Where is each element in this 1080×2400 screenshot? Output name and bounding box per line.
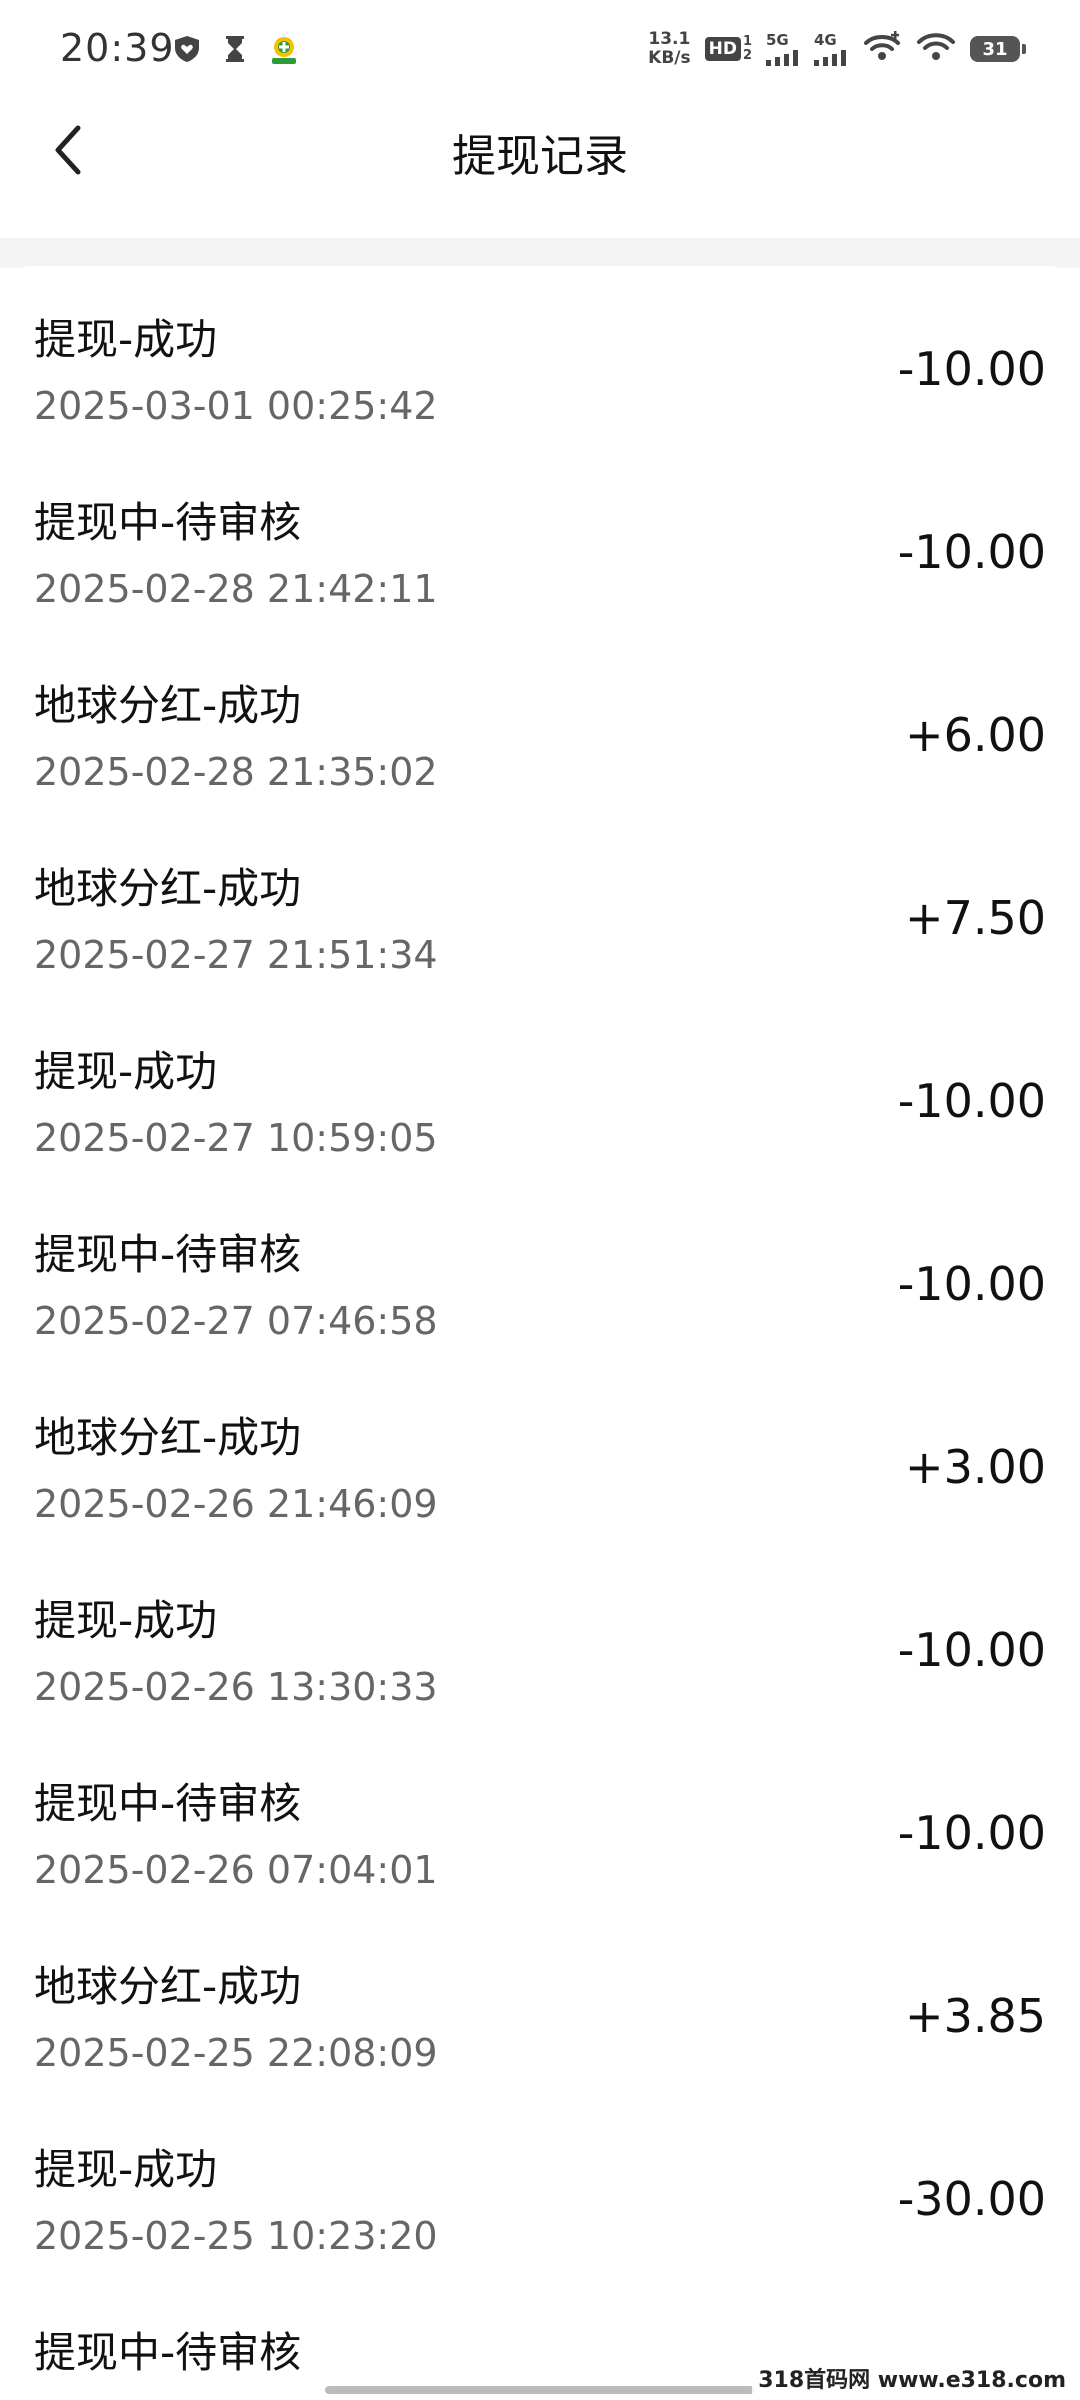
record-amount: -10.00	[897, 1257, 1046, 1311]
list-item[interactable]: 提现中-待审核 2025-02-28 21:42:11 -10.00	[0, 489, 1080, 672]
record-time: 2025-02-27 07:46:58	[34, 1299, 438, 1343]
record-amount: -10.00	[897, 342, 1046, 396]
record-time: 2025-02-26 13:30:33	[34, 1665, 438, 1709]
record-time: 2025-02-27 10:59:05	[34, 1116, 438, 1160]
hd-sub-bottom: 2	[742, 48, 752, 63]
list-item[interactable]: 地球分红-成功 2025-02-25 22:08:09 +3.85	[0, 1953, 1080, 2136]
record-title: 提现中-待审核	[34, 498, 302, 547]
hd-label: HD	[704, 37, 741, 61]
list-item[interactable]: 提现-成功 2025-02-26 13:30:33 -10.00	[0, 1587, 1080, 1770]
record-time: 2025-02-28 21:42:11	[34, 567, 438, 611]
record-title: 提现-成功	[34, 1047, 218, 1096]
record-title: 提现中-待审核	[34, 1779, 302, 1828]
record-title: 地球分红-成功	[34, 1413, 302, 1462]
record-time: 2025-02-26 07:04:01	[34, 1848, 438, 1892]
record-time: 2025-02-25 22:08:09	[34, 2031, 438, 2075]
shield-heart-icon	[172, 34, 202, 64]
record-list: 提现-成功 2025-03-01 00:25:42 -10.00 提现中-待审核…	[0, 306, 1080, 2400]
header-bar: 提现记录	[0, 100, 1080, 238]
record-title: 提现-成功	[34, 315, 218, 364]
home-indicator[interactable]	[325, 2386, 755, 2394]
battery-indicator: 31	[970, 36, 1026, 62]
record-amount: +3.85	[905, 1989, 1046, 2043]
withdrawal-record-list: 提现-成功 2025-03-01 00:25:42 -10.00 提现中-待审核…	[0, 266, 1080, 2400]
watermark: 318首码网 www.e318.com	[752, 2360, 1072, 2396]
record-time: 2025-02-27 21:51:34	[34, 933, 438, 977]
record-title: 地球分红-成功	[34, 1962, 302, 2011]
section-separator	[0, 238, 1080, 268]
list-item[interactable]: 提现中-待审核 2025-02-26 07:04:01 -10.00	[0, 1770, 1080, 1953]
signal-4g: 4G	[814, 30, 848, 66]
app-notification-icon	[268, 34, 298, 64]
status-right-icons: 13.1 KB/s HD 1 2 5G 4G 31	[648, 30, 1026, 68]
status-bar: 20:39 13.1 KB/s HD 1 2 5G 4G 31	[0, 0, 1080, 100]
list-item[interactable]: 提现中-待审核 2025-02-27 07:46:58 -10.00	[0, 1221, 1080, 1404]
list-item[interactable]: 提现-成功 2025-02-27 10:59:05 -10.00	[0, 1038, 1080, 1221]
record-time: 2025-02-26 21:46:09	[34, 1482, 438, 1526]
record-time: 2025-02-25 10:23:20	[34, 2214, 438, 2258]
record-title: 提现-成功	[34, 2145, 218, 2194]
record-time: 2025-03-01 00:25:42	[34, 384, 438, 428]
network-speed-unit: KB/s	[648, 48, 691, 68]
signal-5g-label: 5G	[766, 30, 789, 49]
record-title: 提现-成功	[34, 1596, 218, 1645]
list-item[interactable]: 地球分红-成功 2025-02-28 21:35:02 +6.00	[0, 672, 1080, 855]
signal-bars-icon	[814, 49, 846, 66]
record-amount: -10.00	[897, 1806, 1046, 1860]
hd-sub-top: 1	[742, 34, 752, 49]
record-title: 提现中-待审核	[34, 2328, 302, 2377]
record-title: 地球分红-成功	[34, 681, 302, 730]
list-item[interactable]: 提现-成功 2025-03-01 00:25:42 -10.00	[0, 306, 1080, 489]
network-speed: 13.1 KB/s	[648, 30, 690, 68]
record-title: 地球分红-成功	[34, 864, 302, 913]
record-amount: -10.00	[897, 1623, 1046, 1677]
hd-voice-badge: HD 1 2	[704, 34, 752, 63]
wifi-icon	[916, 31, 956, 67]
page-title: 提现记录	[452, 131, 628, 182]
record-amount: +7.50	[905, 891, 1046, 945]
signal-5g: 5G	[766, 30, 800, 66]
record-amount: +6.00	[905, 708, 1046, 762]
record-amount: -10.00	[897, 525, 1046, 579]
status-time: 20:39	[60, 26, 175, 70]
list-item[interactable]: 地球分红-成功 2025-02-26 21:46:09 +3.00	[0, 1404, 1080, 1587]
signal-4g-label: 4G	[814, 30, 837, 49]
battery-level: 31	[982, 38, 1008, 60]
record-time: 2025-02-28 21:35:02	[34, 750, 438, 794]
list-item[interactable]: 提现-成功 2025-02-25 10:23:20 -30.00	[0, 2136, 1080, 2319]
record-amount: -10.00	[897, 1074, 1046, 1128]
record-title: 提现中-待审核	[34, 1230, 302, 1279]
network-speed-value: 13.1	[648, 29, 691, 49]
hourglass-icon	[220, 34, 250, 64]
status-left-icons	[172, 34, 298, 64]
signal-bars-icon	[766, 49, 798, 66]
wifi-plus-icon	[862, 31, 902, 67]
record-amount: -30.00	[897, 2172, 1046, 2226]
list-item[interactable]: 地球分红-成功 2025-02-27 21:51:34 +7.50	[0, 855, 1080, 1038]
record-amount: +3.00	[905, 1440, 1046, 1494]
